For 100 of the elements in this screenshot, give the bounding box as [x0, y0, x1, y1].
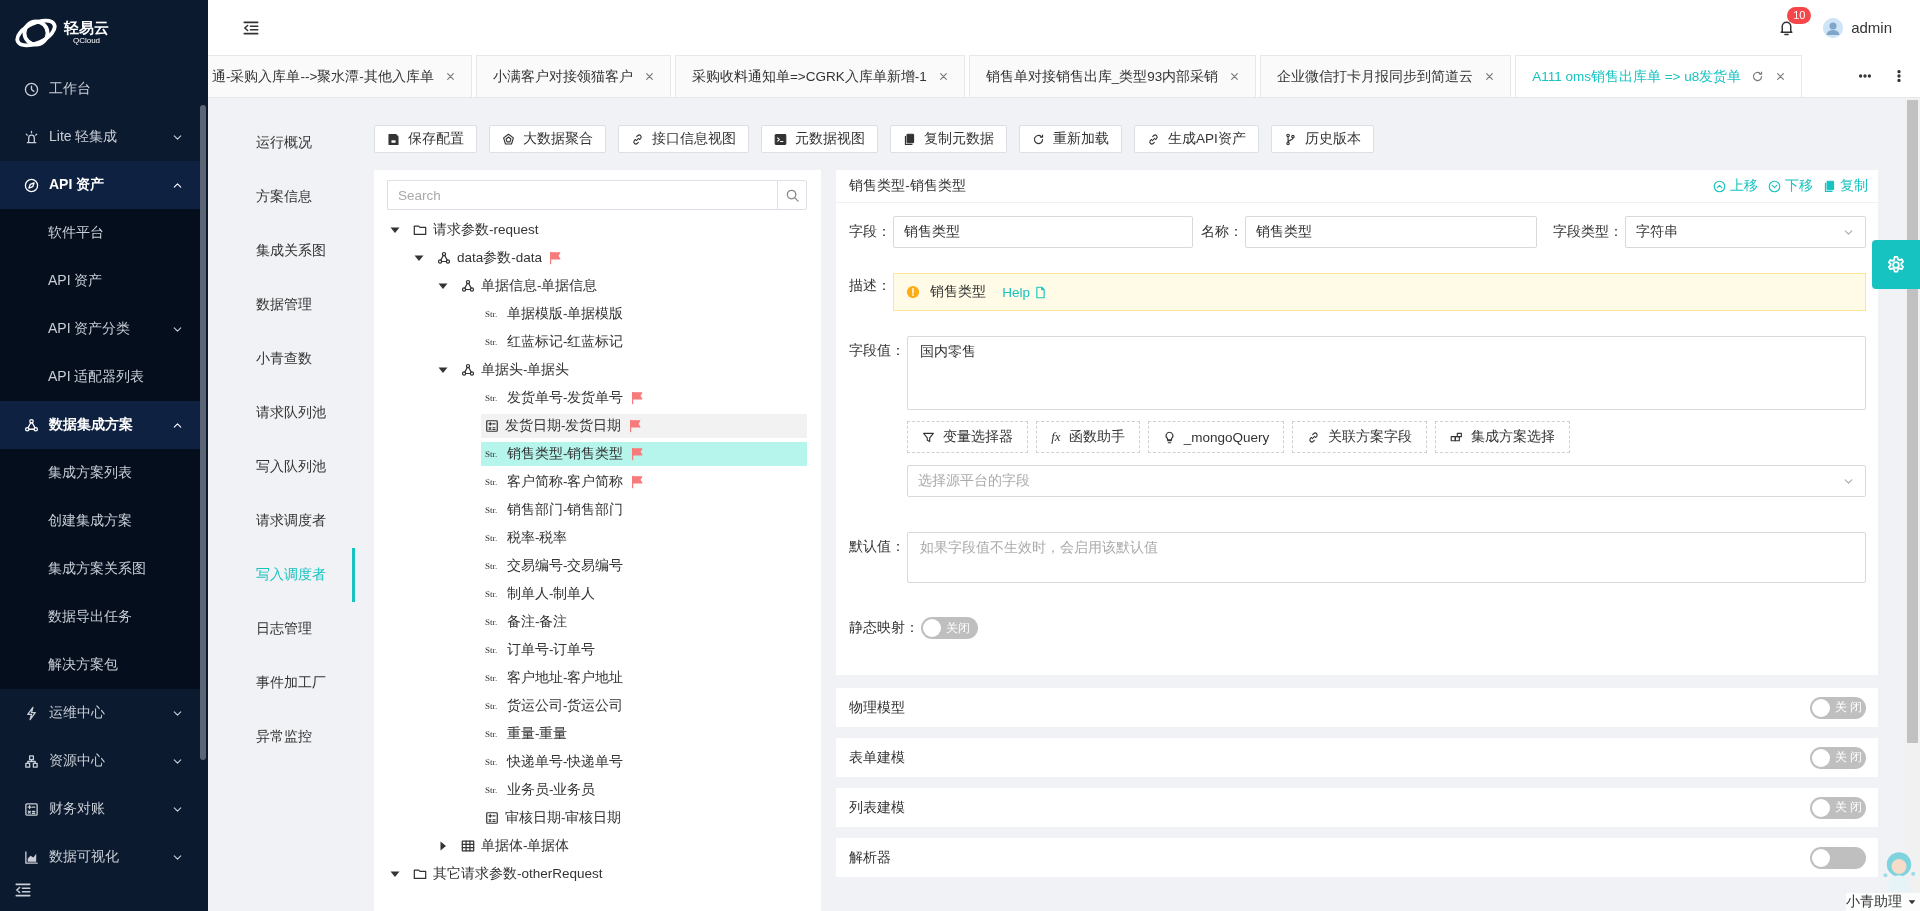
search-field[interactable]: Search [387, 180, 778, 210]
page-tab[interactable]: 通-采购入库单-->聚水潭-其他入库单 [208, 55, 472, 97]
type-label: Str. [485, 505, 499, 515]
user-avatar[interactable] [1823, 17, 1844, 38]
field-title: 销售类型-销售类型 [849, 177, 967, 195]
tree-node[interactable]: Str. 客户简称-客户简称 [481, 470, 808, 494]
circle-down-icon [1768, 179, 1781, 193]
sidebar-item[interactable]: 工作台 [0, 65, 200, 113]
toolbar-button[interactable]: 历史版本 [1270, 125, 1374, 153]
tree-node[interactable]: Str. 客户地址-客户地址 [481, 666, 808, 690]
tree-node[interactable]: Str. 制单人-制单人 [481, 582, 808, 606]
page-tab[interactable]: 小满客户对接领猫客户 [475, 55, 671, 97]
helper-button[interactable]: 关联方案字段 [1292, 421, 1428, 453]
collapse-menu-icon[interactable] [14, 881, 32, 899]
tree-node[interactable]: 单据头-单据头 [457, 358, 808, 382]
sidebar-item[interactable]: 集成方案列表 [0, 449, 200, 497]
tree-node[interactable]: Str. 税率-税率 [481, 526, 808, 550]
scrollbar-thumb[interactable] [200, 105, 206, 760]
nav-item[interactable]: 异常监控 [208, 710, 355, 764]
tree-node[interactable]: Str. 业务员-业务员 [481, 778, 808, 802]
tree-node[interactable]: 单据信息-单据信息 [457, 274, 808, 298]
tree-node[interactable]: Str. 订单号-订单号 [481, 638, 808, 662]
tree-node[interactable]: Str. 红蓝标记-红蓝标记 [481, 330, 808, 354]
tree-node[interactable]: Str. 快递单号-快递单号 [481, 750, 808, 774]
nav-item[interactable]: 方案信息 [208, 170, 355, 224]
nav-item[interactable]: 请求队列池 [208, 386, 355, 440]
type-label: Str. [485, 729, 499, 739]
sidebar-item[interactable]: 财务对账 [0, 785, 200, 833]
sidebar-item[interactable]: Lite 轻集成 [0, 113, 200, 161]
tree-node[interactable]: 单据体-单据体 [457, 834, 808, 858]
sidebar-item[interactable]: 创建集成方案 [0, 497, 200, 545]
section-title: 解析器 [849, 848, 892, 867]
helper-button[interactable]: _mongoQuery [1147, 421, 1285, 453]
section-bar[interactable]: 物理模型 关闭 [836, 688, 1878, 727]
toolbar-button[interactable]: 复制元数据 [890, 125, 1007, 153]
sidebar-item[interactable]: 运维中心 [0, 689, 200, 737]
sidebar-item[interactable]: API 适配器列表 [0, 353, 200, 401]
sidebar-item[interactable]: 数据导出任务 [0, 593, 200, 641]
tree-node[interactable]: Str. 交易编号-交易编号 [481, 554, 808, 578]
section-title: 列表建模 [849, 798, 906, 817]
tree-node[interactable]: Str. 货运公司-货运公司 [481, 694, 808, 718]
type-label: Str. [485, 645, 499, 655]
helper-button[interactable]: 集成方案选择 [1435, 421, 1571, 453]
value-textarea[interactable]: 国内零售 [907, 336, 1866, 410]
toolbar-button[interactable]: 生成API资产 [1134, 125, 1259, 153]
nav-item[interactable]: 请求调度者 [208, 494, 355, 548]
nav-item[interactable]: 数据管理 [208, 278, 355, 332]
name-input[interactable]: 销售类型 [1245, 216, 1538, 248]
toolbar-button[interactable]: 保存配置 [374, 125, 477, 153]
tree-node[interactable]: Str. 重量-重量 [481, 722, 808, 746]
sidebar-item[interactable]: API 资产分类 [0, 305, 200, 353]
sidebar-item[interactable]: 集成方案关系图 [0, 545, 200, 593]
tree-node[interactable]: Str. 单据模版-单据模版 [481, 302, 808, 326]
nav-item[interactable]: 运行概况 [208, 116, 355, 170]
nav-item[interactable]: 事件加工厂 [208, 656, 355, 710]
sidebar-item[interactable]: 数据集成方案 [0, 401, 200, 449]
nav-item[interactable]: 日志管理 [208, 602, 355, 656]
tree-node[interactable]: Str. 备注-备注 [481, 610, 808, 634]
tree-node[interactable]: 审核日期-审核日期 [481, 806, 808, 830]
sidebar-item[interactable]: 资源中心 [0, 737, 200, 785]
branch-icon [1283, 132, 1297, 146]
scrollbar-thumb[interactable] [1907, 100, 1918, 743]
tree-node[interactable]: 其它请求参数-otherRequest [409, 862, 808, 886]
document-icon [1034, 285, 1047, 299]
tree-node[interactable]: data参数-data [433, 246, 808, 270]
sidebar-item[interactable]: API 资产 [0, 161, 200, 209]
section-bar[interactable]: 解析器 [836, 838, 1878, 877]
nav-item[interactable]: 集成关系图 [208, 224, 355, 278]
helper-button[interactable]: fx 函数助手 [1036, 421, 1140, 453]
page-tab[interactable]: 销售单对接销售出库_类型93内部采销 [968, 55, 1257, 97]
tree-node[interactable]: Str. 销售部门-销售部门 [481, 498, 808, 522]
tree-node[interactable]: 发货日期-发货日期 [481, 414, 808, 438]
field-input[interactable]: 销售类型 [893, 216, 1194, 248]
toolbar-button[interactable]: 大数据聚合 [489, 125, 606, 153]
page-tab[interactable]: 采购收料通知单=>CGRK入库单新增-1 [674, 55, 965, 97]
type-label: Str. [485, 309, 499, 319]
funnel-icon [922, 430, 936, 444]
nodes-icon [24, 417, 39, 433]
toolbar-button[interactable]: 重新加载 [1019, 125, 1122, 153]
section-bar[interactable]: 列表建模 关闭 [836, 788, 1878, 827]
tree-node[interactable]: 请求参数-request [409, 218, 808, 242]
page-tab[interactable]: 企业微信打卡月报同步到简道云 [1260, 55, 1512, 97]
tree-node[interactable]: Str. 销售类型-销售类型 [481, 442, 808, 466]
nav-item[interactable]: 写入队列池 [208, 440, 355, 494]
type-select[interactable]: 字符串 [1625, 216, 1866, 248]
sidebar-item[interactable]: 解决方案包 [0, 641, 200, 689]
field-label: 字段： [849, 223, 892, 241]
section-bar[interactable]: 表单建模 关闭 [836, 738, 1878, 777]
tree-node[interactable]: Str. 发货单号-发货单号 [481, 386, 808, 410]
user-name[interactable]: admin [1851, 19, 1892, 36]
search-button[interactable] [777, 180, 808, 210]
nav-item[interactable]: 小青查数 [208, 332, 355, 386]
sidebar-item[interactable]: 软件平台 [0, 209, 200, 257]
toolbar-button[interactable]: 接口信息视图 [618, 125, 749, 153]
type-label: Str. [485, 673, 499, 683]
sidebar-item[interactable]: API 资产 [0, 257, 200, 305]
toggle-switch[interactable] [1810, 846, 1866, 869]
sidebar-item[interactable]: 数据可视化 [0, 833, 200, 881]
toolbar-button[interactable]: 元数据视图 [761, 125, 878, 153]
helper-button[interactable]: 变量选择器 [907, 421, 1029, 453]
